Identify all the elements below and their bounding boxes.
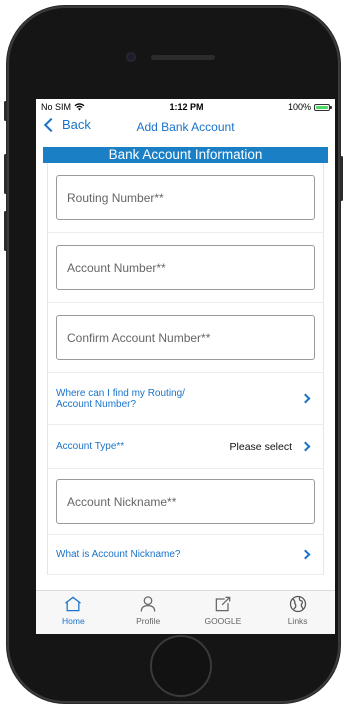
back-label: Back bbox=[62, 117, 91, 132]
home-button[interactable] bbox=[150, 635, 212, 697]
back-button[interactable]: Back bbox=[42, 117, 91, 132]
carrier-label: No SIM bbox=[41, 102, 72, 112]
confirm-account-number-row bbox=[48, 303, 323, 373]
nickname-help-text: What is Account Nickname? bbox=[56, 549, 181, 560]
chevron-left-icon bbox=[43, 117, 59, 132]
power-button bbox=[340, 156, 343, 201]
earpiece-speaker bbox=[151, 55, 215, 60]
account-type-row[interactable]: Account Type** Please select bbox=[48, 425, 323, 469]
account-nickname-field[interactable] bbox=[56, 479, 315, 524]
globe-icon bbox=[289, 595, 306, 613]
tab-profile-label: Profile bbox=[136, 616, 161, 626]
routing-number-field[interactable] bbox=[56, 175, 315, 220]
tab-home[interactable]: Home bbox=[43, 594, 103, 626]
account-number-row bbox=[48, 233, 323, 303]
find-numbers-link[interactable]: Where can I find my Routing/ Account Num… bbox=[48, 373, 323, 425]
battery-icon bbox=[314, 103, 332, 111]
home-icon bbox=[65, 596, 82, 612]
chevron-right-icon bbox=[300, 549, 311, 560]
section-header: Bank Account Information bbox=[43, 147, 328, 163]
status-left: No SIM bbox=[41, 102, 85, 112]
chevron-right-icon bbox=[300, 441, 311, 452]
navigation-bar: Add Bank Account Back bbox=[36, 115, 335, 139]
nickname-help-link[interactable]: What is Account Nickname? bbox=[48, 535, 323, 575]
external-link-icon bbox=[215, 596, 231, 612]
tab-profile[interactable]: Profile bbox=[118, 594, 178, 626]
volume-down-button bbox=[4, 211, 7, 251]
front-camera bbox=[126, 52, 136, 62]
tab-home-label: Home bbox=[62, 616, 85, 626]
account-nickname-row bbox=[48, 469, 323, 535]
chevron-right-icon bbox=[300, 393, 311, 404]
find-numbers-text: Where can I find my Routing/ Account Num… bbox=[56, 388, 185, 410]
account-type-select[interactable]: Please select bbox=[230, 441, 313, 453]
tab-links-label: Links bbox=[287, 616, 308, 626]
status-time: 1:12 PM bbox=[169, 102, 204, 112]
tab-links[interactable]: Links bbox=[268, 594, 328, 626]
status-right: 100% bbox=[287, 102, 332, 112]
find-numbers-line2: Account Number? bbox=[56, 398, 137, 410]
wifi-icon bbox=[74, 103, 85, 111]
tab-google-label: GOOGLE bbox=[204, 616, 242, 626]
routing-number-row bbox=[48, 163, 323, 233]
find-numbers-line1: Where can I find my Routing/ bbox=[56, 387, 185, 399]
battery-percent: 100% bbox=[287, 102, 311, 112]
tab-bar: Home Profile GOOGLE Links bbox=[36, 590, 335, 634]
mute-switch bbox=[4, 101, 7, 121]
bank-account-form: Where can I find my Routing/ Account Num… bbox=[47, 163, 324, 575]
account-type-label: Account Type** bbox=[56, 441, 125, 452]
phone-frame: No SIM 1:12 PM 100% Add Bank Account Bac… bbox=[4, 6, 343, 703]
account-number-field[interactable] bbox=[56, 245, 315, 290]
tab-google[interactable]: GOOGLE bbox=[193, 594, 253, 626]
account-type-value: Please select bbox=[229, 440, 292, 453]
status-bar: No SIM 1:12 PM 100% bbox=[36, 99, 335, 115]
volume-up-button bbox=[4, 154, 7, 194]
screen: No SIM 1:12 PM 100% Add Bank Account Bac… bbox=[36, 99, 335, 634]
profile-icon bbox=[140, 596, 156, 612]
confirm-account-number-field[interactable] bbox=[56, 315, 315, 360]
